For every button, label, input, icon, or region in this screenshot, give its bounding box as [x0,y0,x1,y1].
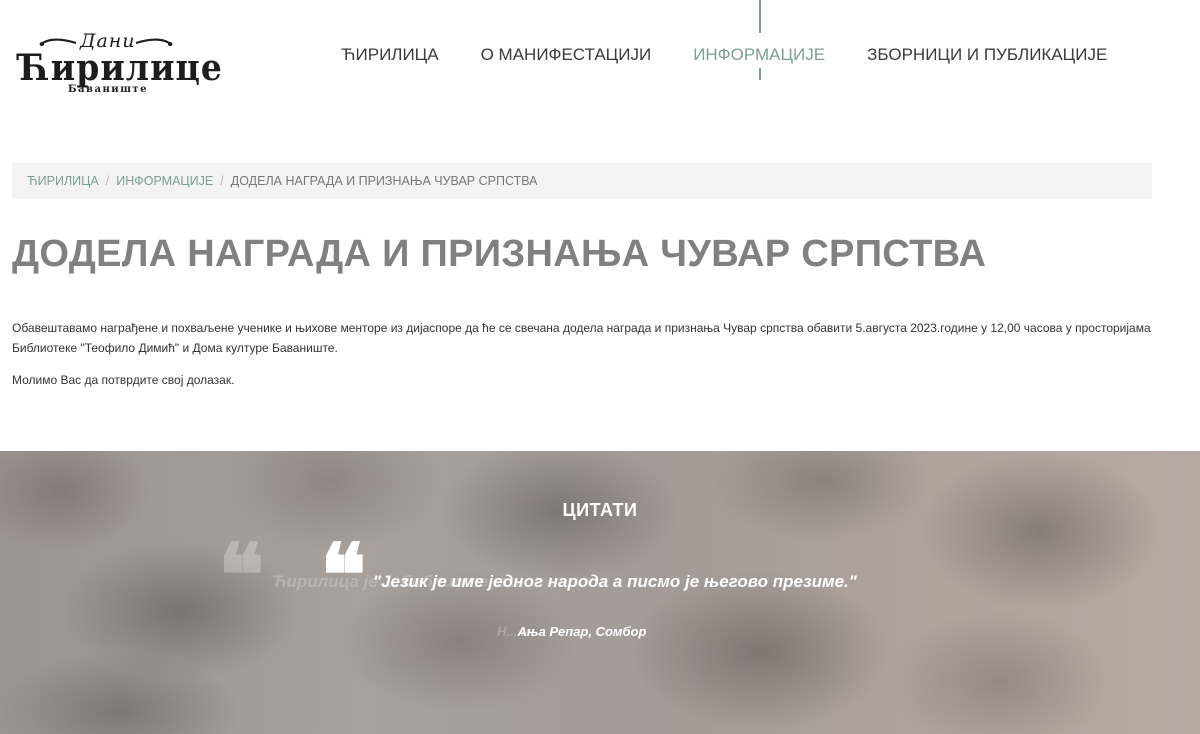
breadcrumb-separator: / [220,174,224,188]
article-paragraph: Обавештавамо награђене и похваљене учени… [12,321,1151,355]
quote-mark-icon: ❝ [218,525,265,626]
article-paragraph: Молимо Вас да потврдите свој долазак. [12,373,235,387]
quote-mark-icon: ❝ [320,525,367,626]
quotes-title: ЦИТАТИ [562,500,638,520]
site-header: Дани Ћирилице Баваниште ЋИРИЛИЦА О МАНИФ… [0,0,1200,120]
main-nav: ЋИРИЛИЦА О МАНИФЕСТАЦИЈИ ИНФОРМАЦИЈЕ ЗБО… [320,0,1128,110]
breadcrumb-current: ДОДЕЛА НАГРАДА И ПРИЗНАЊА ЧУВАР СРПСТВА [230,174,538,188]
breadcrumb-separator: / [105,174,110,188]
nav-item-cyrillic[interactable]: ЋИРИЛИЦА [320,0,460,110]
quotes-section: ЦИТАТИ ❝ Ћирилица је ... библиотека... Н… [0,451,1200,734]
quote-text: "Језик је име једног народа а писмо је њ… [373,572,857,591]
logo-main-text: Ћирилице [18,46,223,89]
breadcrumb-link-home[interactable]: ЋИРИЛИЦА [27,174,99,188]
breadcrumb: ЋИРИЛИЦА / ИНФОРМАЦИЈЕ / ДОДЕЛА НАГРАДА … [12,163,1152,199]
page-title: ДОДЕЛА НАГРАДА И ПРИЗНАЊА ЧУВАР СРПСТВА [12,233,987,275]
quote-author: Ања Репар, Сомбор [517,624,647,639]
article-body: Обавештавамо награђене и похваљене учени… [12,318,1172,402]
logo-sub-text: Баваниште [68,84,148,95]
nav-item-publications[interactable]: ЗБОРНИЦИ И ПУБЛИКАЦИЈЕ [846,0,1128,110]
breadcrumb-link-information[interactable]: ИНФОРМАЦИЈЕ [116,174,213,188]
nav-item-about[interactable]: О МАНИФЕСТАЦИЈИ [460,0,673,110]
site-logo[interactable]: Дани Ћирилице Баваниште [16,30,222,100]
nav-item-information[interactable]: ИНФОРМАЦИЈЕ [672,0,846,110]
